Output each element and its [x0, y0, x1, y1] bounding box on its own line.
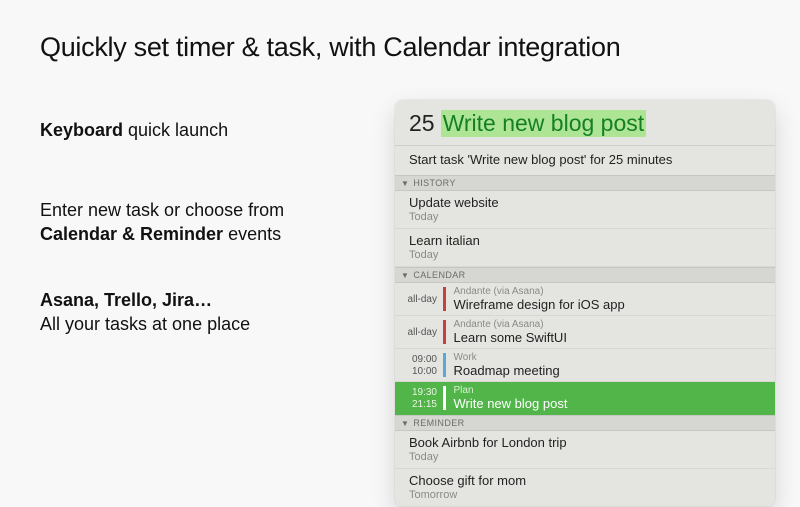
item-title: Choose gift for mom: [409, 473, 761, 488]
page-title: Quickly set timer & task, with Calendar …: [40, 32, 620, 63]
calendar-item-body: PlanWrite new blog post: [446, 382, 776, 414]
item-subtitle: Today: [409, 211, 761, 223]
disclosure-triangle-icon: ▼: [401, 179, 409, 188]
item-subtitle: Tomorrow: [409, 489, 761, 501]
calendar-item-title: Write new blog post: [454, 396, 766, 411]
calendar-item-body: Andante (via Asana)Wireframe design for …: [446, 283, 776, 315]
quick-launch-panel: 25 Write new blog post Start task 'Write…: [395, 100, 775, 507]
calendar-item[interactable]: 09:0010:00WorkRoadmap meeting: [395, 349, 775, 382]
calendar-item-time: 09:0010:00: [395, 349, 443, 381]
calendar-item-title: Wireframe design for iOS app: [454, 297, 766, 312]
section-header-history[interactable]: ▼ HISTORY: [395, 175, 775, 191]
calendar-item-title: Roadmap meeting: [454, 363, 766, 378]
feature-integrations: Asana, Trello, Jira… All your tasks at o…: [40, 288, 250, 337]
item-title: Book Airbnb for London trip: [409, 435, 761, 450]
section-header-calendar[interactable]: ▼ CALENDAR: [395, 267, 775, 283]
calendar-item-title: Learn some SwiftUI: [454, 330, 766, 345]
disclosure-triangle-icon: ▼: [401, 419, 409, 428]
calendar-item[interactable]: all-dayAndante (via Asana)Wireframe desi…: [395, 283, 775, 316]
launcher-input[interactable]: 25 Write new blog post: [395, 100, 775, 145]
item-title: Update website: [409, 195, 761, 210]
launcher-task-highlight: Write new blog post: [441, 110, 647, 137]
calendar-item-time: all-day: [395, 283, 443, 315]
calendar-item-body: WorkRoadmap meeting: [446, 349, 776, 381]
calendar-item[interactable]: all-dayAndante (via Asana)Learn some Swi…: [395, 316, 775, 349]
disclosure-triangle-icon: ▼: [401, 271, 409, 280]
item-subtitle: Today: [409, 451, 761, 463]
calendar-item-body: Andante (via Asana)Learn some SwiftUI: [446, 316, 776, 348]
item-subtitle: Today: [409, 249, 761, 261]
calendar-item-category: Work: [454, 352, 766, 363]
calendar-item-category: Plan: [454, 385, 766, 396]
reminder-item[interactable]: Choose gift for momTomorrow: [395, 469, 775, 507]
history-item[interactable]: Learn italianToday: [395, 229, 775, 267]
calendar-item[interactable]: 19:3021:15PlanWrite new blog post: [395, 382, 775, 415]
section-header-reminder[interactable]: ▼ REMINDER: [395, 415, 775, 431]
feature-calendar-reminder: Enter new task or choose from Calendar &…: [40, 198, 284, 247]
calendar-item-time: 19:3021:15: [395, 382, 443, 414]
feature-keyboard: Keyboard quick launch: [40, 118, 228, 142]
item-title: Learn italian: [409, 233, 761, 248]
history-item[interactable]: Update websiteToday: [395, 191, 775, 229]
calendar-item-category: Andante (via Asana): [454, 286, 766, 297]
calendar-item-category: Andante (via Asana): [454, 319, 766, 330]
calendar-item-time: all-day: [395, 316, 443, 348]
reminder-item[interactable]: Book Airbnb for London tripToday: [395, 431, 775, 469]
launcher-minutes: 25: [409, 110, 435, 137]
launcher-description: Start task 'Write new blog post' for 25 …: [395, 145, 775, 175]
